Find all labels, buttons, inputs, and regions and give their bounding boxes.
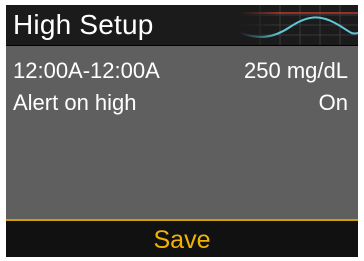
high-limit-value: 250 mg/dL bbox=[244, 58, 348, 83]
save-button[interactable]: Save bbox=[6, 219, 358, 257]
page-title: High Setup bbox=[13, 9, 154, 40]
time-range-row[interactable]: 12:00A-12:00A 250 mg/dL bbox=[6, 54, 358, 88]
alert-on-high-value: On bbox=[318, 90, 348, 115]
time-range-label: 12:00A-12:00A bbox=[13, 58, 160, 83]
save-label: Save bbox=[153, 226, 211, 254]
alert-on-high-label: Alert on high bbox=[13, 90, 137, 115]
header-bar: High Setup bbox=[6, 5, 358, 46]
alert-on-high-row[interactable]: Alert on high On bbox=[6, 86, 358, 120]
device-screen: High Setup 12:00A-12:00A 250 mg/dL Alert… bbox=[6, 5, 358, 257]
glucose-trend-graph-icon bbox=[240, 5, 358, 45]
